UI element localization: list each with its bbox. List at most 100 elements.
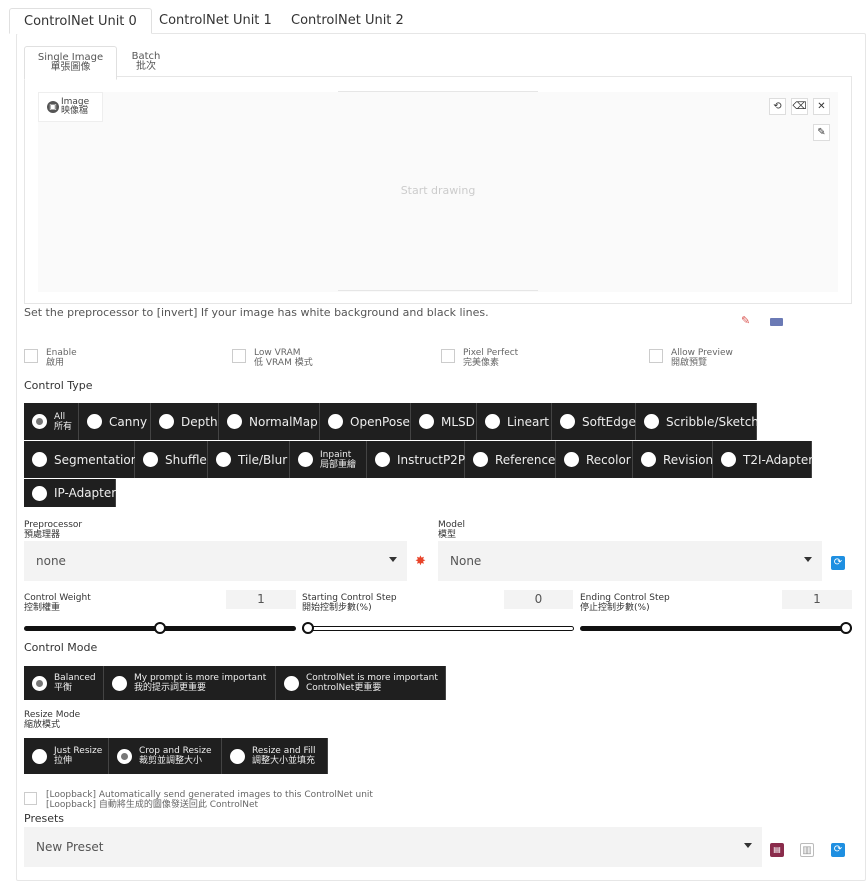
control-type-reference[interactable]: Reference [465,441,556,478]
radio-icon [419,414,434,429]
starting-control-step-label-en: Starting Control Step [302,593,397,603]
control-type-softedge[interactable]: SoftEdge [552,403,636,440]
radio-icon [87,414,102,429]
eraser-icon[interactable]: ⌫ [791,98,808,115]
radio-selected-icon [32,675,47,691]
control-type-lineart[interactable]: Lineart [477,403,552,440]
control-type-ip-adapter[interactable]: IP-Adapter [24,479,116,507]
tab-single-image[interactable]: Single Image 單張圖像 [24,46,117,80]
resize-mode-crop-and-resize[interactable]: Crop and Resize 裁剪並調整大小 [109,738,222,774]
control-type-t2i-adapter[interactable]: T2I-Adapter [713,441,814,478]
ending-control-step-thumb[interactable] [840,622,852,634]
control-mode-prompt-important[interactable]: My prompt is more important 我的提示詞更重要 [104,666,276,700]
control-type-segmentation[interactable]: Segmentation [24,441,138,478]
image-label-box: ▣ Image 映像檔 [38,92,103,122]
presets-select[interactable]: New Preset [24,827,762,867]
model-select[interactable]: None [438,541,822,581]
presets-heading: Presets [24,812,65,825]
canvas-top-line [338,91,538,92]
delete-preset-icon[interactable]: ▥ [800,843,814,857]
control-type-revision[interactable]: Revision [633,441,713,478]
allow-preview-checkbox[interactable] [649,349,663,363]
model-label-en: Model [438,520,466,530]
control-type-t2i-adapter-label: T2I-Adapter [743,452,814,467]
control-type-shuffle-label: Shuffle [165,452,207,467]
control-type-lineart-label: Lineart [507,414,549,429]
control-type-ip-adapter-label: IP-Adapter [54,486,117,500]
control-type-instructp2p[interactable]: InstructP2P [367,441,465,478]
save-preset-icon[interactable]: ▤ [770,843,784,857]
pixel-perfect-checkbox[interactable] [441,349,455,363]
loopback-checkbox[interactable] [24,792,37,805]
radio-icon [328,414,343,429]
starting-control-step-input[interactable]: 0 [504,590,573,609]
allow-preview-label-zh: 開啟預覽 [671,358,708,368]
starting-control-step-thumb[interactable] [302,622,314,634]
control-mode-heading: Control Mode [24,641,98,654]
brush-icon[interactable]: ✎ [813,124,830,141]
resize-mode-just-resize[interactable]: Just Resize 拉伸 [24,738,109,774]
resize-mode-resize-and-fill-label: Resize and Fill 調整大小並填充 [252,746,316,766]
control-type-scribble-sketch[interactable]: Scribble/Sketch [636,403,759,440]
radio-icon [473,452,488,467]
radio-selected-icon [32,414,47,429]
radio-icon [143,452,158,467]
control-type-openpose[interactable]: OpenPose [320,403,411,440]
control-type-openpose-label: OpenPose [350,414,410,429]
tab-controlnet-unit-2[interactable]: ControlNet Unit 2 [277,8,418,34]
control-weight-label-en: Control Weight [24,593,91,603]
loopback-label-en: [Loopback] Automatically send generated … [46,790,373,800]
tab-controlnet-unit-0[interactable]: ControlNet Unit 0 [9,8,152,34]
control-type-shuffle[interactable]: Shuffle [135,441,208,478]
chevron-down-icon [389,557,397,562]
chevron-down-icon [744,843,752,848]
enable-checkbox[interactable] [24,349,38,363]
control-type-canny-label: Canny [109,414,148,429]
refresh-presets-icon[interactable]: ⟳ [831,843,845,857]
camera-icon[interactable] [770,318,783,326]
preprocessor-label-en: Preprocessor [24,520,83,530]
control-type-inpaint[interactable]: Inpaint 局部重繪 [290,441,367,478]
control-weight-label: Control Weight 控制權重 [24,593,91,613]
control-weight-thumb[interactable] [154,622,166,634]
resize-mode-label: Resize Mode 縮放模式 [24,710,80,730]
resize-mode-just-resize-zh: 拉伸 [54,756,73,766]
radio-icon [227,414,242,429]
control-type-canny[interactable]: Canny [79,403,151,440]
resize-mode-resize-and-fill[interactable]: Resize and Fill 調整大小並填充 [222,738,328,774]
loopback-label: [Loopback] Automatically send generated … [46,790,373,810]
control-weight-input[interactable]: 1 [226,590,296,609]
control-type-tile-blur[interactable]: Tile/Blur [208,441,290,478]
control-type-normalmap[interactable]: NormalMap [219,403,320,440]
control-mode-balanced[interactable]: Balanced 平衡 [24,666,104,700]
control-type-recolor[interactable]: Recolor [556,441,633,478]
run-preprocessor-fire-icon[interactable]: ✸ [415,555,426,569]
ending-control-step-slider[interactable] [580,626,852,631]
ending-control-step-label-zh: 停止控制步數(%) [580,603,650,613]
radio-icon [216,452,231,467]
ending-control-step-label: Ending Control Step 停止控制步數(%) [580,593,670,613]
resize-mode-crop-and-resize-zh: 裁剪並調整大小 [139,756,203,766]
refresh-models-icon[interactable]: ⟳ [831,556,845,570]
tab-controlnet-unit-1[interactable]: ControlNet Unit 1 [145,8,286,34]
control-type-instructp2p-label: InstructP2P [397,452,466,467]
edit-image-icon[interactable]: ✎ [741,315,753,327]
ending-control-step-label-en: Ending Control Step [580,593,670,603]
control-type-inpaint-label: Inpaint 局部重繪 [320,450,356,470]
undo-icon[interactable]: ⟲ [769,98,786,115]
low-vram-checkbox[interactable] [232,349,246,363]
pixel-perfect-label-en: Pixel Perfect [463,348,519,358]
close-icon[interactable]: ✕ [813,98,830,115]
ending-control-step-input[interactable]: 1 [782,590,852,609]
control-type-depth[interactable]: Depth [151,403,219,440]
preprocessor-select[interactable]: none [24,541,407,581]
control-mode-controlnet-important[interactable]: ControlNet is more important ControlNet更… [276,666,446,700]
tab-batch[interactable]: Batch 批次 [122,46,170,78]
image-label-zh: 映像檔 [61,106,89,116]
starting-control-step-slider[interactable] [302,626,574,631]
chevron-down-icon [804,557,812,562]
tab-single-image-zh: 單張圖像 [50,62,91,73]
enable-label: Enable 啟用 [46,348,77,368]
control-type-mlsd[interactable]: MLSD [411,403,477,440]
control-type-all[interactable]: All 所有 [24,403,79,440]
